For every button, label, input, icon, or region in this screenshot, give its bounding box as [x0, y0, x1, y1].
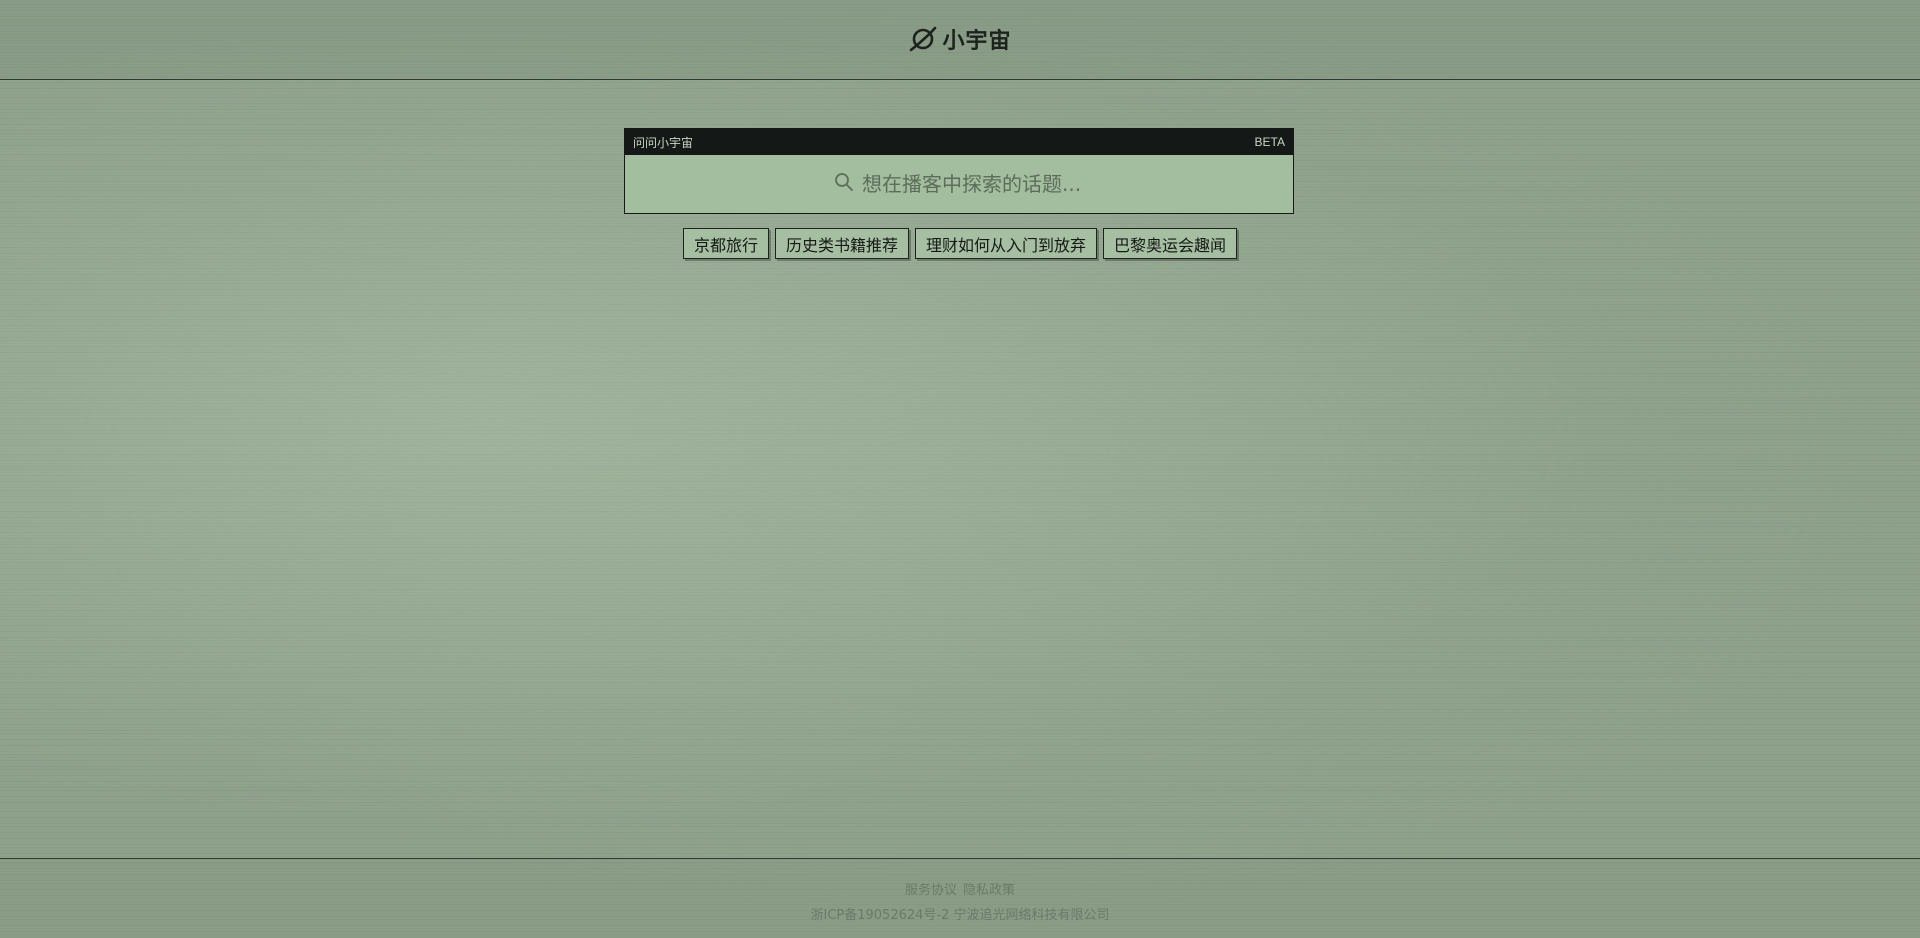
privacy-link[interactable]: 隐私政策: [963, 879, 1015, 898]
top-header: 小宇宙: [0, 0, 1920, 80]
suggestion-chip-history-books[interactable]: 历史类书籍推荐: [774, 228, 909, 259]
beta-badge: BETA: [1254, 135, 1285, 149]
suggestion-chips: 京都旅行 历史类书籍推荐 理财如何从入门到放弃 巴黎奥运会趣闻: [0, 228, 1920, 259]
suggestion-chip-paris-olympics[interactable]: 巴黎奥运会趣闻: [1103, 228, 1238, 259]
logo-text: 小宇宙: [942, 28, 1012, 54]
suggestion-chip-kyoto[interactable]: 京都旅行: [682, 228, 769, 259]
ask-search-panel: 问问小宇宙 BETA: [624, 128, 1294, 214]
search-titlebar: 问问小宇宙 BETA: [625, 129, 1293, 155]
logo[interactable]: 小宇宙: [908, 23, 1011, 55]
planet-icon: [908, 24, 938, 54]
search-field[interactable]: [625, 155, 1293, 213]
icp-text: 浙ICP备19052624号-2 宁波追光网络科技有限公司: [810, 908, 1110, 923]
terms-link[interactable]: 服务协议: [905, 879, 957, 898]
suggestion-chip-finance[interactable]: 理财如何从入门到放弃: [915, 228, 1098, 259]
search-input[interactable]: [860, 171, 1084, 197]
search-panel-title: 问问小宇宙: [633, 135, 694, 150]
footer-links: 服务协议 隐私政策: [0, 879, 1920, 898]
search-icon: [834, 172, 854, 197]
footer: 服务协议 隐私政策 浙ICP备19052624号-2 宁波追光网络科技有限公司: [0, 858, 1920, 938]
